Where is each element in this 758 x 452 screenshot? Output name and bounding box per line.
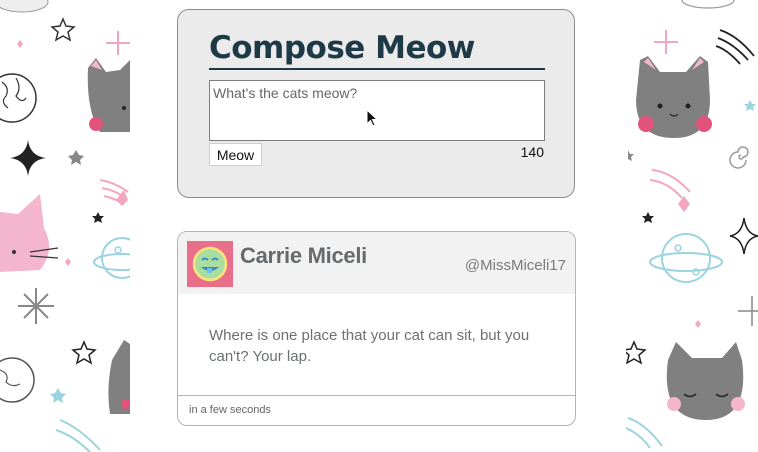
planet-icon	[0, 0, 49, 13]
sparkle-icon	[654, 30, 678, 54]
star-icon	[628, 150, 634, 161]
background-pattern-left	[0, 0, 130, 452]
star-icon	[744, 100, 756, 111]
author-name[interactable]: Carrie Miceli	[240, 243, 367, 269]
compose-title: Compose Meow	[209, 30, 475, 66]
star-icon	[50, 17, 76, 42]
earth-icon	[0, 357, 35, 403]
star-icon	[71, 340, 97, 365]
shooting-star-icon	[715, 29, 755, 65]
star-icon	[68, 150, 84, 165]
sparkle-icon	[729, 146, 749, 169]
planet-icon	[93, 237, 130, 279]
cat-face-icon	[636, 56, 712, 138]
sparkle-icon	[106, 31, 130, 55]
star-icon	[92, 212, 104, 223]
cat-face-icon	[666, 342, 745, 420]
sparkle-icon	[18, 288, 54, 324]
sparkle-icon	[729, 217, 758, 255]
shooting-star-icon	[99, 179, 129, 206]
cat-face-icon	[87, 58, 130, 132]
shooting-star-icon	[55, 419, 101, 452]
avatar	[187, 241, 233, 287]
shooting-star-icon	[626, 417, 663, 449]
star-icon	[50, 388, 66, 403]
character-counter: 140	[520, 144, 544, 160]
sparkle-icon	[17, 40, 23, 48]
background-pattern-right	[626, 0, 758, 452]
mouse-cursor-icon	[366, 109, 378, 127]
planet-icon	[681, 0, 735, 9]
sparkle-icon	[10, 140, 46, 176]
meow-button[interactable]: Meow	[209, 143, 262, 166]
shooting-star-icon	[649, 169, 691, 212]
star-icon	[626, 340, 647, 365]
post-timestamp: in a few seconds	[189, 404, 271, 416]
author-handle[interactable]: @MissMiceli17	[465, 257, 566, 274]
post-footer: in a few seconds	[178, 395, 575, 425]
title-divider	[209, 68, 545, 70]
compose-panel: Compose Meow Meow 140	[177, 9, 575, 198]
post-header: Carrie Miceli @MissMiceli17	[178, 232, 575, 294]
earth-icon	[0, 73, 37, 123]
sparkle-icon	[65, 258, 71, 266]
sparkle-icon	[695, 320, 701, 328]
post-text: Where is one place that your cat can sit…	[209, 327, 530, 365]
cat-face-icon	[108, 340, 130, 414]
meow-post-card: Carrie Miceli @MissMiceli17 Where is one…	[177, 231, 576, 426]
star-icon	[642, 212, 654, 223]
sparkle-icon	[738, 296, 758, 326]
planet-icon	[649, 233, 723, 283]
cat-face-icon	[0, 194, 59, 272]
smiley-avatar-icon	[187, 241, 233, 287]
